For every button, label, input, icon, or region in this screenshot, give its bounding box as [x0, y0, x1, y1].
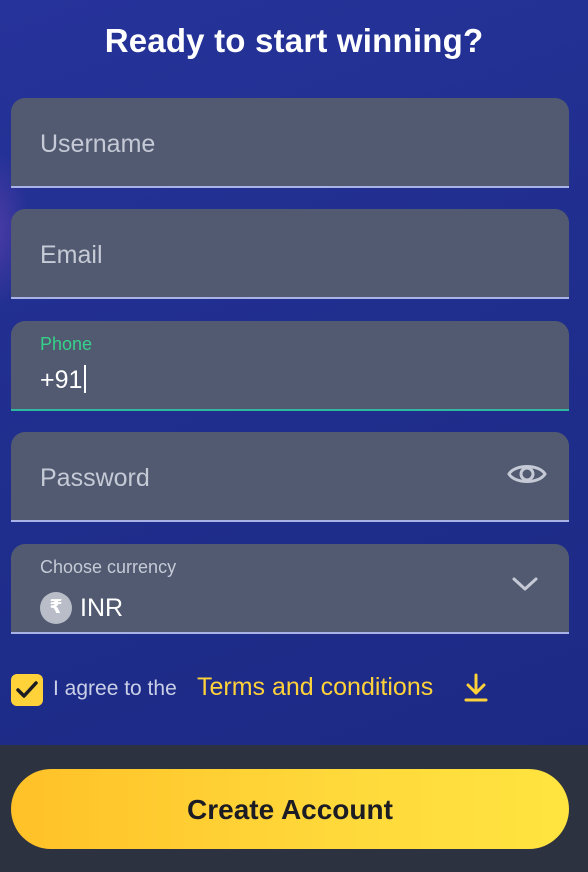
email-placeholder: Email [40, 241, 103, 269]
agree-text: I agree to the [53, 677, 177, 700]
currency-code: INR [80, 593, 124, 622]
username-placeholder: Username [40, 130, 156, 158]
terms-checkbox[interactable] [11, 674, 43, 706]
email-field[interactable]: Email [11, 209, 569, 299]
rupee-icon: ₹ [40, 592, 72, 624]
currency-label: Choose currency [40, 557, 177, 577]
create-account-button[interactable]: Create Account [11, 769, 569, 849]
password-field[interactable]: Password [11, 432, 569, 522]
phone-value-wrap: +91 [40, 365, 87, 395]
phone-field[interactable]: Phone +91 [11, 321, 569, 411]
username-field[interactable]: Username [11, 98, 569, 188]
eye-icon[interactable] [507, 458, 547, 490]
download-icon[interactable] [463, 672, 489, 704]
text-caret [84, 365, 87, 393]
password-placeholder: Password [40, 464, 150, 492]
currency-select[interactable]: Choose currency ₹ INR [11, 544, 569, 634]
page-title: Ready to start winning? [104, 22, 484, 59]
terms-link[interactable]: Terms and conditions [197, 673, 433, 702]
footer-bar: Create Account [0, 745, 588, 872]
registration-panel: Ready to start winning? Username Email P… [0, 0, 588, 745]
currency-value: ₹ INR [40, 592, 123, 624]
phone-label: Phone [40, 334, 93, 354]
checkmark-icon [16, 681, 38, 698]
phone-value: +91 [40, 366, 83, 394]
chevron-down-icon[interactable] [511, 574, 539, 594]
